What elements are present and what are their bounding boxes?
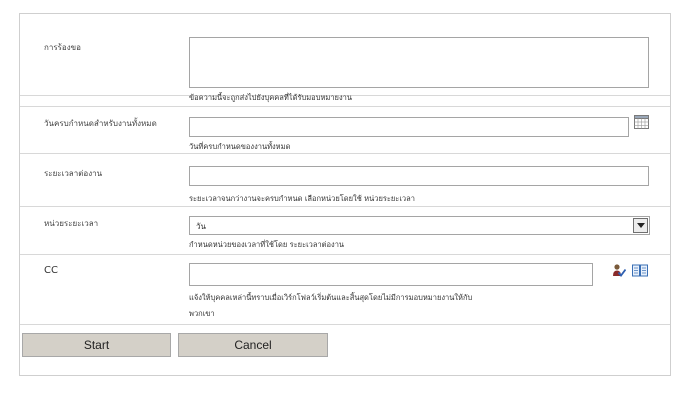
request-textarea[interactable] [189,37,649,88]
duration-row: ระยะเวลาต่องาน ระยะเวลาจนกว่างานจะครบกำห… [20,157,670,207]
duration-unit-selected: วัน [196,222,206,231]
address-book-icon[interactable] [632,264,648,277]
cc-input[interactable] [189,263,593,286]
cc-label: CC [44,265,58,276]
request-hint: ข้อความนี้จะถูกส่งไปยังบุคคลที่ได้รับมอบ… [189,93,352,102]
start-button[interactable]: Start [22,333,171,357]
due-date-label: วันครบกำหนดสำหรับงานทั้งหมด [44,119,157,128]
cancel-button[interactable]: Cancel [178,333,328,357]
duration-unit-hint: กำหนดหน่วยของเวลาที่ใช้โดย ระยะเวลาต่องา… [189,240,345,249]
request-label: การร้องขอ [44,43,81,52]
duration-unit-select[interactable]: วัน [189,216,650,235]
workflow-form: การร้องขอ ข้อความนี้จะถูกส่งไปยังบุคคลที… [19,13,671,376]
duration-hint: ระยะเวลาจนกว่างานจะครบกำหนด เลือกหน่วยโด… [189,194,415,203]
duration-unit-label: หน่วยระยะเวลา [44,219,99,228]
cc-hint-line2: พวกเขา [189,309,215,318]
calendar-icon[interactable] [634,115,649,129]
duration-unit-row: หน่วยระยะเวลา วัน กำหนดหน่วยของเวลาที่ใช… [20,208,670,255]
cc-row: CC แจ้งให้บุคคลเหล่านี้ทราบเมื่อเวิร์กโฟ… [20,256,670,325]
request-row: การร้องขอ ข้อความนี้จะถูกส่งไปยังบุคคลที… [20,14,670,102]
due-date-row: วันครบกำหนดสำหรับงานทั้งหมด วันที่ครบกำห… [20,106,670,154]
duration-label: ระยะเวลาต่องาน [44,169,103,178]
due-date-hint: วันที่ครบกำหนดของงานทั้งหมด [189,142,291,151]
chevron-down-icon[interactable] [633,218,648,233]
duration-input[interactable] [189,166,649,186]
check-names-icon[interactable] [612,263,626,277]
due-date-input[interactable] [189,117,629,137]
cc-hint-line1: แจ้งให้บุคคลเหล่านี้ทราบเมื่อเวิร์กโฟลว์… [189,293,473,302]
